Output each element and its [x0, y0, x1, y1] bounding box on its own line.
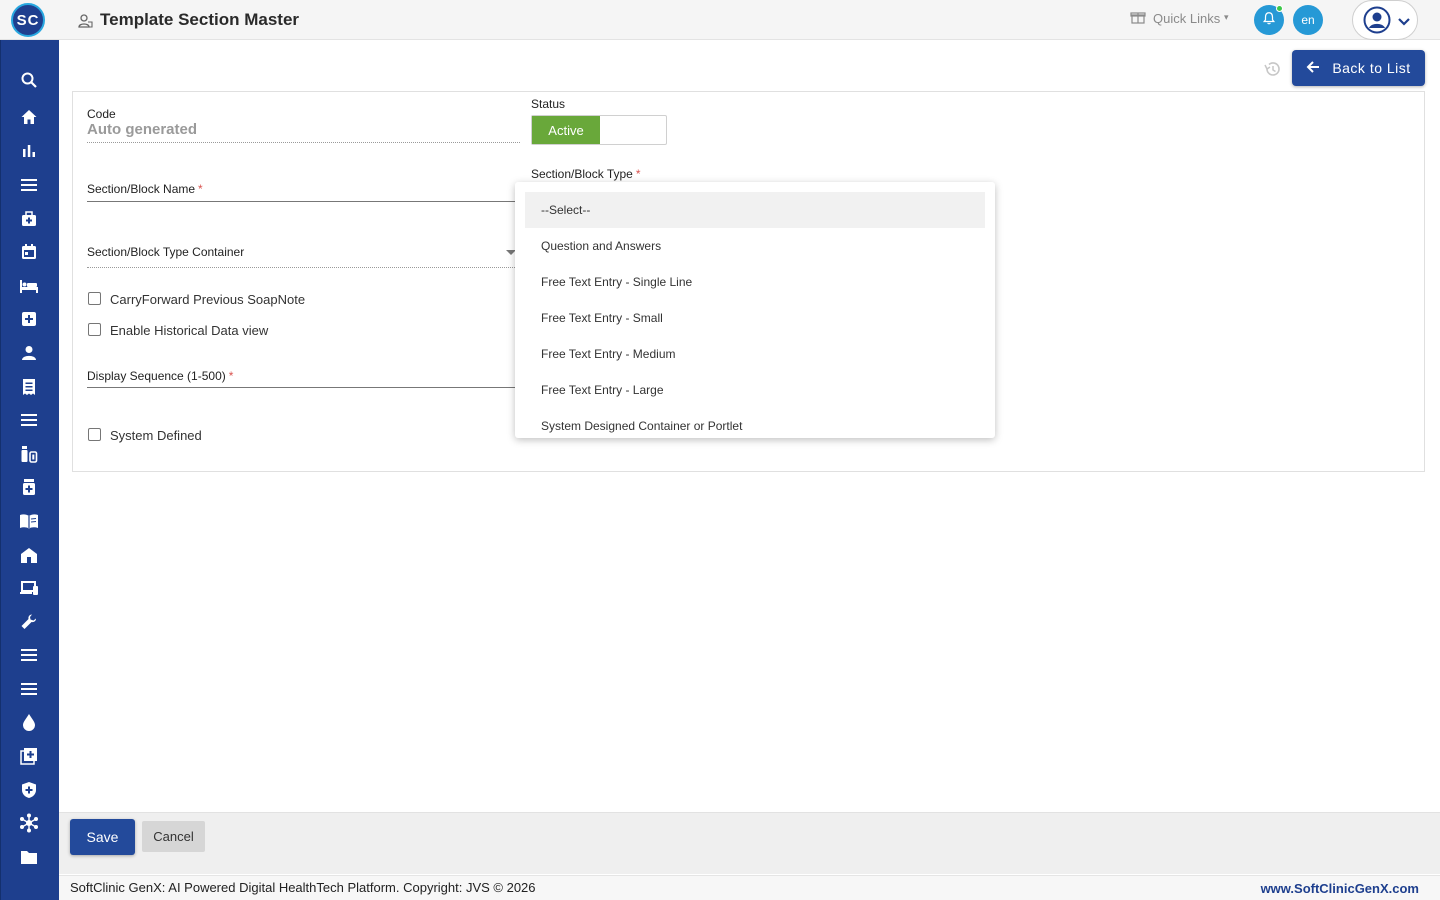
home-icon[interactable] — [19, 107, 39, 127]
book-icon[interactable] — [19, 511, 39, 531]
add-box-icon[interactable] — [19, 746, 39, 766]
building-icon[interactable] — [19, 545, 39, 565]
bell-icon — [1262, 11, 1276, 30]
pharmacy-icon[interactable] — [19, 477, 39, 497]
action-bar — [59, 812, 1440, 874]
calendar-icon[interactable] — [19, 242, 39, 262]
list-icon[interactable] — [19, 645, 39, 665]
back-to-list-label: Back to List — [1332, 60, 1411, 76]
hub-icon[interactable] — [19, 813, 39, 833]
dropdown-option-text-medium[interactable]: Free Text Entry - Medium — [525, 336, 985, 372]
dropdown-option-system-container[interactable]: System Designed Container or Portlet — [525, 408, 985, 438]
list-icon[interactable] — [19, 410, 39, 430]
cancel-button[interactable]: Cancel — [142, 821, 205, 852]
page-title: Template Section Master — [100, 10, 300, 29]
chevron-down-icon — [1397, 14, 1411, 28]
list-icon[interactable] — [19, 679, 39, 699]
dropdown-option-question-answers[interactable]: Question and Answers — [525, 228, 985, 264]
code-field-underline — [87, 142, 520, 143]
dropdown-option-text-small[interactable]: Free Text Entry - Small — [525, 300, 985, 336]
status-label: Status — [531, 97, 566, 111]
shield-icon[interactable] — [19, 780, 39, 800]
dropdown-option-text-single-line[interactable]: Free Text Entry - Single Line — [525, 264, 985, 300]
back-to-list-button[interactable]: Back to List — [1292, 50, 1425, 86]
code-value: Auto generated — [87, 121, 198, 138]
bed-icon[interactable] — [19, 276, 39, 296]
carry-forward-checkbox[interactable] — [88, 292, 101, 305]
carry-forward-label: CarryForward Previous SoapNote — [110, 292, 306, 307]
copyright-text: SoftClinic GenX: AI Powered Digital Heal… — [70, 880, 536, 895]
drop-icon[interactable] — [19, 712, 39, 732]
code-label: Code — [87, 107, 116, 121]
medication-icon[interactable] — [19, 444, 39, 464]
app-logo[interactable]: SC — [11, 3, 45, 37]
chevron-down-icon[interactable]: ▾ — [1224, 12, 1229, 23]
section-name-label: Section/Block Name * — [87, 182, 203, 196]
display-sequence-label: Display Sequence (1-500) * — [87, 369, 234, 383]
section-type-dropdown[interactable]: --Select-- Question and Answers Free Tex… — [515, 182, 995, 438]
devices-icon[interactable] — [19, 578, 39, 598]
save-button[interactable]: Save — [70, 819, 135, 855]
container-label: Section/Block Type Container — [87, 245, 245, 259]
medical-bag-icon[interactable] — [19, 209, 39, 229]
section-type-label: Section/Block Type * — [531, 167, 641, 181]
historical-view-checkbox[interactable] — [88, 323, 101, 336]
system-defined-checkbox[interactable] — [88, 428, 101, 441]
gift-icon[interactable] — [1130, 9, 1146, 25]
status-active-option[interactable]: Active — [532, 116, 600, 144]
dropdown-option-text-large[interactable]: Free Text Entry - Large — [525, 372, 985, 408]
notification-dot — [1276, 5, 1283, 12]
avatar-icon — [1363, 6, 1391, 34]
search-icon[interactable] — [19, 70, 39, 90]
bar-chart-icon[interactable] — [19, 141, 39, 161]
menu-icon[interactable] — [19, 175, 39, 195]
display-sequence-input[interactable] — [87, 387, 515, 388]
folder-icon[interactable] — [19, 847, 39, 867]
template-icon — [77, 13, 93, 29]
dropdown-option-select[interactable]: --Select-- — [525, 192, 985, 228]
person-icon[interactable] — [19, 343, 39, 363]
receipt-icon[interactable] — [19, 377, 39, 397]
history-icon[interactable] — [1263, 60, 1281, 78]
status-toggle[interactable]: Active — [531, 115, 667, 145]
wrench-icon[interactable] — [19, 612, 39, 632]
container-select[interactable] — [87, 267, 515, 268]
sidebar — [0, 40, 59, 900]
historical-view-label: Enable Historical Data view — [110, 323, 269, 338]
language-button[interactable]: en — [1293, 5, 1323, 35]
arrow-left-icon — [1306, 60, 1320, 77]
system-defined-label: System Defined — [110, 428, 202, 443]
medical-plus-icon[interactable] — [19, 309, 39, 329]
user-menu[interactable] — [1352, 0, 1418, 40]
section-name-input[interactable] — [87, 201, 515, 202]
website-link[interactable]: www.SoftClinicGenX.com — [1261, 881, 1419, 896]
quick-links-menu[interactable]: Quick Links — [1153, 11, 1220, 26]
